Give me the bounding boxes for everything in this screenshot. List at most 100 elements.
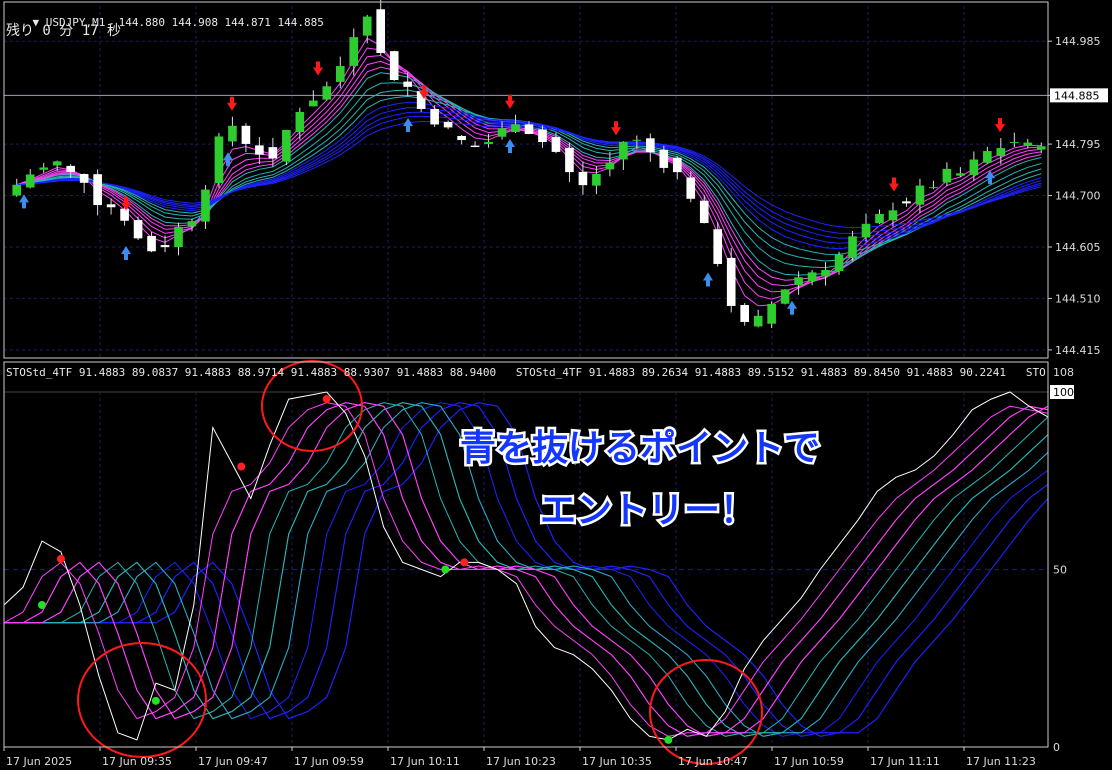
candle-body [996, 148, 1006, 157]
buy-dot [664, 735, 673, 744]
highlight-circles [77, 360, 763, 765]
sell-dot [322, 395, 331, 404]
candle-body [120, 208, 129, 221]
time-tick-label: 17 Jun 09:35 [102, 755, 172, 768]
candlesticks [12, 0, 1046, 329]
candle-body [1036, 146, 1046, 150]
sell-dot [237, 462, 246, 471]
candle-body [888, 210, 898, 221]
candle-body [713, 229, 723, 264]
candle-body [1009, 141, 1019, 143]
candle-body [956, 173, 965, 176]
candle-body [726, 257, 736, 306]
time-tick-label: 17 Jun 10:47 [678, 755, 748, 768]
candle-body [160, 245, 170, 248]
candle-body [389, 51, 399, 80]
axes: 144.985 144.885 144.795 144.700 144.605 144.5… [3, 1, 1108, 768]
buy-dot [441, 565, 450, 574]
ma-line [16, 72, 1042, 276]
buy-arrow-icon [223, 152, 233, 167]
candle-body [66, 165, 75, 173]
candle-body [672, 157, 682, 173]
ma-line [16, 66, 1042, 281]
candle-body [79, 174, 89, 183]
candle-body [308, 100, 318, 107]
sell-arrow-icon [505, 94, 515, 109]
candle-body [983, 151, 992, 163]
price-tick-label: 144.985 [1055, 35, 1101, 48]
candle-body [740, 304, 750, 322]
candle-body [861, 223, 871, 238]
price-panel-border [3, 1, 1049, 359]
candle-body [255, 145, 264, 155]
osc-tick-label: 0 [1053, 741, 1060, 754]
ma-line [16, 47, 1042, 300]
candle-body [753, 315, 763, 327]
price-tick-label: 144.700 [1055, 190, 1101, 203]
candle-body [538, 129, 547, 143]
candle-body [457, 135, 466, 141]
candle-body [214, 136, 224, 184]
buy-dot [37, 601, 46, 609]
chart-window: 144.985 144.885 144.795 144.700 144.605 144.5… [0, 0, 1112, 770]
candle-body [942, 168, 952, 183]
sell-arrow-icon [889, 177, 899, 192]
candle-body [241, 125, 251, 144]
ma-line [16, 37, 1042, 307]
candle-body [605, 162, 615, 170]
time-tick-label: 17 Jun 11:11 [870, 755, 940, 768]
time-tick-label: 17 Jun 10:23 [486, 755, 556, 768]
signal-arrows [19, 61, 1005, 315]
current-price-label: 144.885 [1054, 89, 1100, 102]
bar-timer: 残り 0 分 17 秒 [6, 23, 122, 39]
candle-body [794, 277, 803, 285]
candle-body [228, 125, 237, 142]
buy-arrow-icon [121, 246, 131, 261]
candle-body [929, 187, 938, 189]
candle-body [133, 220, 143, 239]
sell-dot [56, 554, 65, 563]
candle-body [52, 161, 62, 166]
buy-arrow-icon [403, 117, 413, 132]
sell-arrow-icon [227, 96, 237, 111]
time-tick-label: 17 Jun 10:59 [774, 755, 844, 768]
price-tick-label: 144.415 [1055, 344, 1101, 357]
osc-tick-label: 108 [1053, 366, 1074, 379]
candle-body [497, 128, 507, 137]
candle-body [403, 81, 412, 87]
candle-body [201, 189, 210, 222]
sell-arrow-icon [611, 121, 621, 136]
candle-body [268, 147, 278, 159]
price-moving-averages [16, 37, 1042, 307]
candle-body [187, 221, 197, 227]
time-tick-label: 17 Jun 09:47 [198, 755, 268, 768]
candle-body [592, 173, 601, 186]
candle-body [821, 269, 830, 277]
indicator-header: STOStd_4TF 91.4883 89.0837 91.4883 88.97… [6, 366, 1046, 379]
chart-canvas[interactable]: 144.985 144.885 144.795 144.700 144.605 144.5… [0, 0, 1112, 770]
candle-body [430, 109, 439, 125]
ma-line [16, 120, 1042, 229]
candle-body [875, 213, 884, 224]
price-tick-label: 144.795 [1055, 138, 1101, 151]
candle-body [443, 121, 453, 128]
candle-body [619, 142, 628, 160]
candle-body [362, 16, 372, 36]
candle-body [1023, 142, 1033, 146]
osc-panel-border [3, 361, 1049, 748]
highlight-circle [77, 642, 207, 758]
candle-body [807, 272, 817, 282]
candle-body [106, 204, 116, 208]
time-tick-label: 17 Jun 10:11 [390, 755, 460, 768]
price-tick-label: 144.605 [1055, 241, 1101, 254]
buy-arrow-icon [703, 272, 713, 287]
candle-body [295, 111, 305, 133]
time-tick-label: 17 Jun 2025 [6, 755, 72, 768]
candle-body [565, 147, 574, 173]
candle-body [511, 124, 520, 133]
time-tick-label: 17 Jun 11:23 [966, 755, 1036, 768]
candle-body [484, 141, 493, 145]
time-tick-label: 17 Jun 09:59 [294, 755, 364, 768]
sell-dot [460, 558, 469, 567]
ma-line [16, 54, 1042, 293]
